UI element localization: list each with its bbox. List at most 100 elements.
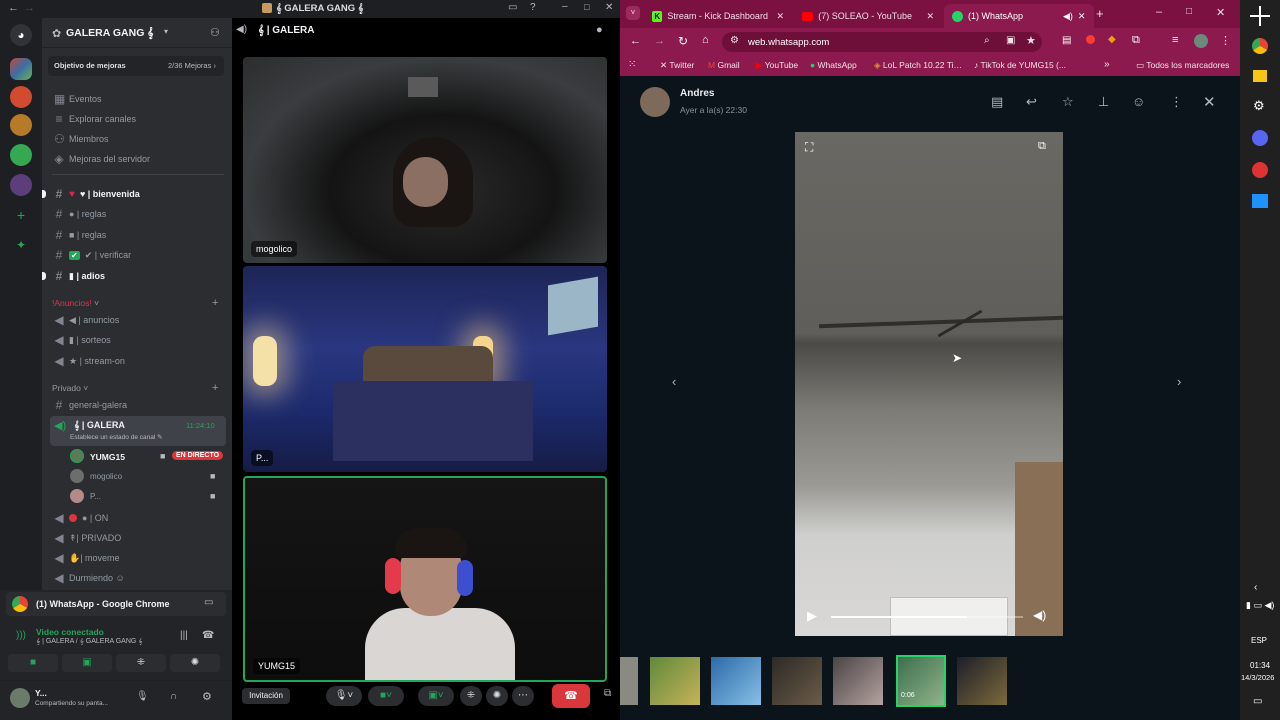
category-announcements[interactable]: !Anuncios! ˅ <box>52 298 99 308</box>
tab-close-icon[interactable]: ✕ <box>926 11 934 22</box>
play-icon[interactable]: ▶ <box>807 608 817 624</box>
help-icon[interactable]: ? <box>530 2 536 13</box>
voice-channel-status[interactable]: Establece un estado de canal ✎ <box>70 433 220 441</box>
tab-close-icon[interactable]: ✕ <box>776 11 784 22</box>
extension-icon-2[interactable]: ◆ <box>1108 34 1116 45</box>
media-control-icon[interactable]: ≡ <box>1172 34 1178 46</box>
site-info-icon[interactable]: ⚙ <box>730 35 739 46</box>
back-arrow-icon[interactable]: ← <box>8 2 19 14</box>
popout-icon[interactable]: ⧉ <box>604 688 611 699</box>
channel-adios[interactable]: # ▮ | adios <box>50 266 226 286</box>
avatar[interactable] <box>10 688 30 708</box>
category-private[interactable]: Privado ˅ <box>52 383 88 393</box>
chevron-up-icon[interactable]: ‹ <box>1254 582 1257 593</box>
close-viewer-icon[interactable]: ✕ <box>1203 93 1216 111</box>
clock-time[interactable]: 01:34 <box>1250 661 1270 670</box>
install-icon[interactable]: ▣ <box>1006 35 1015 46</box>
previous-media-icon[interactable]: ‹ <box>672 374 676 389</box>
menu-server-boost[interactable]: ◈ Mejoras del servidor <box>50 149 226 169</box>
video-tile-yumg15[interactable]: YUMG15 <box>243 476 607 682</box>
add-server-icon[interactable]: + <box>10 204 32 226</box>
media-thumbnail[interactable] <box>711 657 761 705</box>
add-channel-icon[interactable]: + <box>212 382 218 394</box>
tab-youtube[interactable]: (7) SOLEAO - YouTube ✕ <box>794 4 942 28</box>
media-thumbnail[interactable] <box>957 657 1007 705</box>
menu-members[interactable]: ⚇ Miembros <box>50 129 226 149</box>
more-options-button[interactable]: ⋯ <box>512 686 534 706</box>
extension-record-icon[interactable] <box>1086 35 1095 44</box>
apps-grid-icon[interactable]: ⁙ <box>628 59 636 70</box>
app-taskbar-icon-2[interactable] <box>1252 194 1268 208</box>
star-icon[interactable]: ☆ <box>1062 94 1074 110</box>
channel-reglas-2[interactable]: # ■ | reglas <box>50 225 226 245</box>
home-icon[interactable]: ⌂ <box>702 34 709 46</box>
more-options-icon[interactable]: ⋮ <box>1170 94 1183 110</box>
menu-events[interactable]: ▦ Eventos <box>50 89 226 109</box>
video-player[interactable]: ⛶ ⧉ ▶ ◀) <box>795 132 1063 636</box>
channel-general-galera[interactable]: # general-galera <box>50 395 226 415</box>
bookmark-tiktok[interactable]: ♪ TikTok de YUMG15 (... <box>974 60 1074 70</box>
video-progress-track[interactable] <box>831 616 1023 618</box>
activities-button[interactable]: ⁜ <box>460 686 482 706</box>
boost-goal[interactable]: Objetivo de mejoras 2/36 Mejoras › <box>48 56 224 76</box>
media-thumbnail[interactable] <box>772 657 822 705</box>
bookmark-twitter[interactable]: ✕ Twitter <box>660 60 694 71</box>
fullscreen-icon[interactable]: ⛶ <box>805 140 813 155</box>
view-message-icon[interactable]: ▤ <box>991 94 1003 110</box>
channel-verificar[interactable]: # ✔ ✔ | verificar <box>50 245 226 265</box>
all-bookmarks[interactable]: ▭ Todos los marcadores <box>1136 60 1229 71</box>
channel-sorteos[interactable]: ◀ ▮ | sorteos <box>50 330 226 350</box>
media-thumbnail[interactable] <box>833 657 883 705</box>
avatar[interactable] <box>640 87 670 117</box>
reload-icon[interactable]: ↻ <box>678 34 688 48</box>
server-icon-3[interactable] <box>10 114 32 136</box>
screen-icon[interactable]: ▭ <box>204 597 213 608</box>
voice-member[interactable]: mogolico ■ <box>68 468 226 486</box>
camera-toggle-button[interactable]: ■ <box>8 654 58 672</box>
discord-home-icon[interactable]: ◕ <box>10 24 32 46</box>
tray-icons[interactable]: ▮ ▭ ◀) <box>1246 600 1274 611</box>
profile-avatar[interactable] <box>1194 34 1208 48</box>
voice-member[interactable]: YUMG15 ■ EN DIRECTO <box>68 448 226 466</box>
discover-icon[interactable]: ✦ <box>10 234 32 256</box>
disconnect-icon[interactable]: ☎ <box>202 630 214 641</box>
bookmark-gmail[interactable]: M Gmail <box>708 60 740 70</box>
voice-channel-galera[interactable]: ◀) 𝄞 | GALERA 11:24:10 Establece un esta… <box>50 416 226 446</box>
channel-reglas-1[interactable]: # ● | reglas <box>50 204 226 224</box>
server-icon-5[interactable] <box>10 174 32 196</box>
clock-date[interactable]: 14/3/2026 <box>1241 673 1274 682</box>
microphone-icon[interactable]: 🎙︎ <box>136 691 149 702</box>
media-thumbnail[interactable] <box>620 657 638 705</box>
menu-browse-channels[interactable]: ≡ Explorar canales <box>50 109 226 129</box>
pin-icon[interactable]: ⊥ <box>1098 94 1109 110</box>
volume-icon[interactable]: ◀) <box>1033 608 1046 622</box>
voice-channel-durmiendo[interactable]: ◀ Durmiendo ☺ <box>50 568 226 588</box>
windows-start-icon[interactable] <box>1250 6 1270 26</box>
next-media-icon[interactable]: › <box>1177 374 1181 389</box>
soundboard-button[interactable]: ✺ <box>170 654 220 672</box>
voice-status-title[interactable]: Video conectado <box>36 627 104 637</box>
tab-kick[interactable]: K Stream - Kick Dashboard ✕ <box>644 4 792 28</box>
noise-suppression-icon[interactable]: ||| <box>180 630 188 641</box>
bookmark-star-icon[interactable]: ★ <box>1026 34 1036 47</box>
minimize-icon[interactable]: – <box>1156 6 1162 18</box>
server-icon-4[interactable] <box>10 144 32 166</box>
invite-button[interactable]: Invitación <box>242 688 290 704</box>
server-header[interactable]: ✿ GALERA GANG 𝄞 ▾ ⚇ <box>42 18 232 48</box>
channel-stream-on[interactable]: ◀ ★ | stream-on <box>50 351 226 371</box>
picture-in-picture-icon[interactable]: ⧉ <box>1038 140 1046 153</box>
server-icon-2[interactable] <box>10 86 32 108</box>
close-icon[interactable]: ✕ <box>1216 6 1225 19</box>
new-tab-icon[interactable]: + <box>1096 6 1104 21</box>
more-bookmarks-icon[interactable]: » <box>1104 59 1110 70</box>
address-bar[interactable]: ⚙ web.whatsapp.com ⌕ ▣ ★ <box>722 32 1042 52</box>
forward-arrow-icon[interactable]: → <box>24 2 35 14</box>
reply-icon[interactable]: ↩ <box>1026 94 1037 110</box>
settings-gear-icon[interactable]: ⚙ <box>202 690 212 703</box>
add-channel-icon[interactable]: + <box>212 297 218 309</box>
emoji-react-icon[interactable]: ☺ <box>1132 94 1145 109</box>
video-tile-mogolico[interactable]: mogolico <box>243 57 607 263</box>
settings-gear-icon[interactable]: ⚙ <box>1253 98 1265 114</box>
activities-button[interactable]: ⁜ <box>116 654 166 672</box>
file-explorer-icon[interactable] <box>1253 70 1267 82</box>
